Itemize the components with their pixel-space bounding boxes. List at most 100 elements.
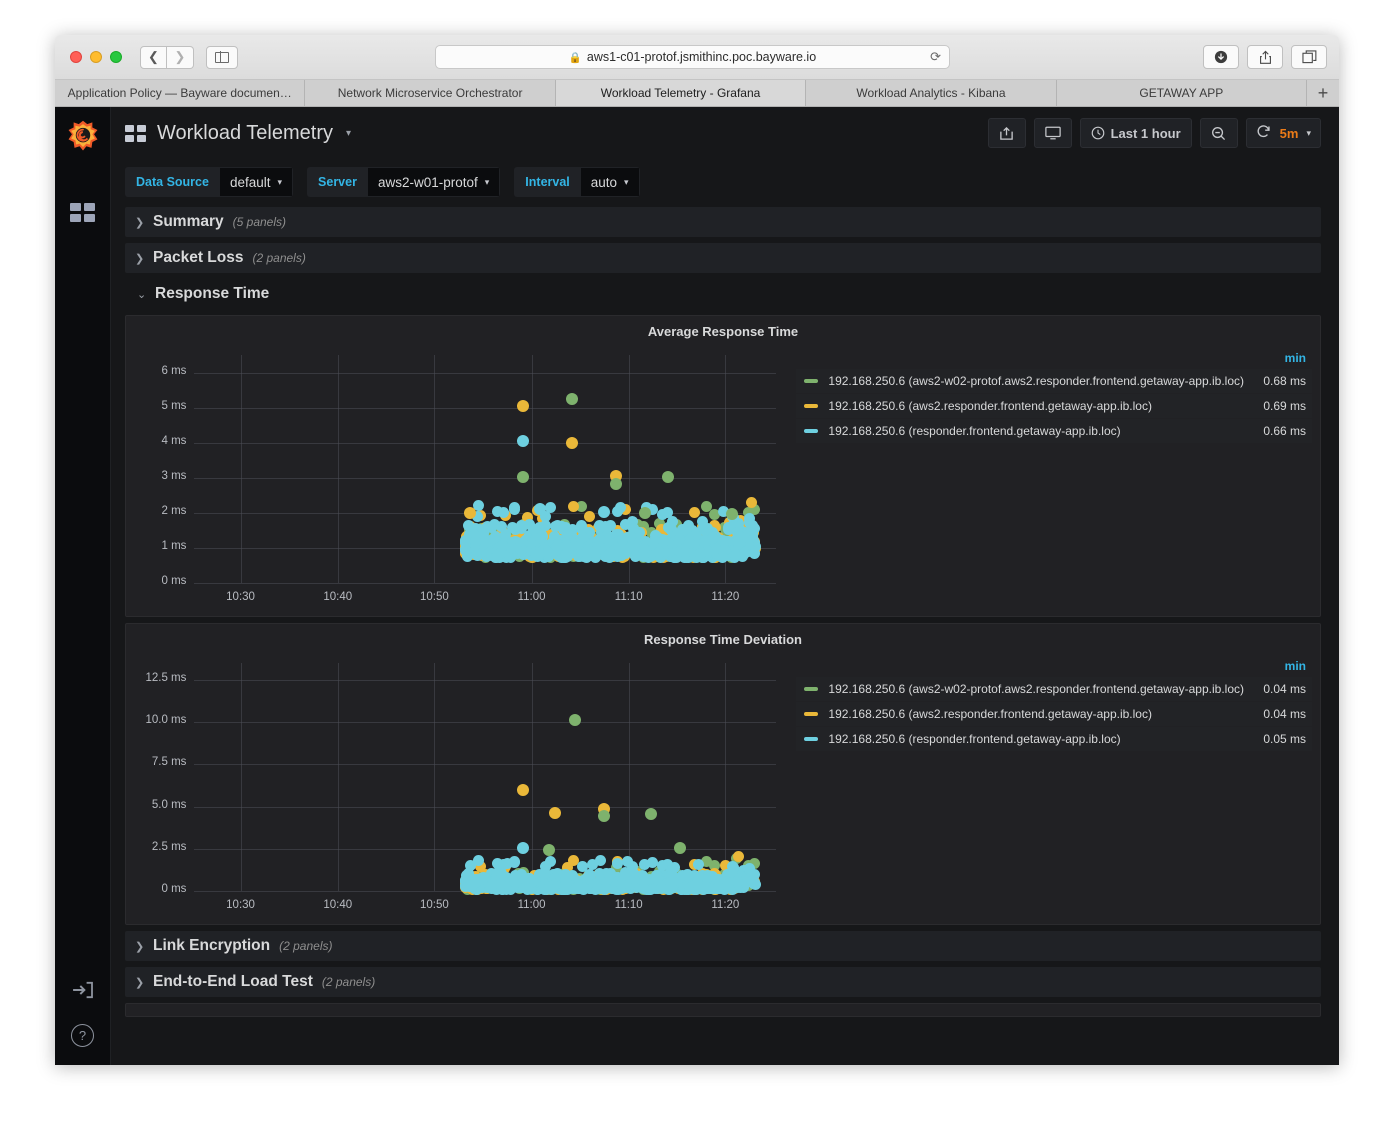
row-panel-count: (2 panels) bbox=[321, 975, 376, 989]
chart-plot-area[interactable]: 0 ms 1 ms 2 ms 3 ms 4 ms 5 ms 6 ms 10:30 10:40 10… bbox=[126, 343, 784, 613]
panel-partial-next bbox=[125, 1003, 1321, 1017]
variable-label: Server bbox=[307, 167, 368, 197]
data-point bbox=[745, 497, 757, 509]
sign-in-button[interactable] bbox=[72, 981, 94, 1004]
data-point-outlier bbox=[644, 808, 657, 821]
row-header-end-to-end-load-test[interactable]: ❯ End-to-End Load Test (2 panels) bbox=[125, 967, 1321, 997]
data-point bbox=[469, 877, 481, 889]
minimize-window-button[interactable] bbox=[90, 51, 102, 63]
refresh-picker[interactable]: 5m ▾ bbox=[1245, 118, 1321, 148]
legend-item[interactable]: 192.168.250.6 (aws2.responder.frontend.g… bbox=[796, 702, 1312, 726]
time-range-picker[interactable]: Last 1 hour bbox=[1079, 118, 1192, 148]
x-axis-tick-label: 11:00 bbox=[517, 899, 546, 911]
dashboard-grid-icon bbox=[125, 124, 146, 142]
data-point bbox=[679, 547, 691, 559]
x-gridline bbox=[725, 663, 727, 891]
data-point bbox=[727, 861, 739, 873]
header-actions: Last 1 hour 5m ▾ bbox=[987, 118, 1321, 148]
legend-item[interactable]: 192.168.250.6 (aws2.responder.frontend.g… bbox=[796, 394, 1312, 418]
dashboards-icon bbox=[70, 203, 95, 222]
grafana-app: ? Workload Telemetry ▾ Last 1 hour 5m ▾ … bbox=[55, 107, 1339, 1065]
chart-legend: min 192.168.250.6 (aws2-w02-protof.aws2.… bbox=[784, 651, 1320, 921]
dashboard-title-group[interactable]: Workload Telemetry ▾ bbox=[125, 122, 351, 145]
y-gridline bbox=[194, 806, 776, 808]
forward-button[interactable]: ❯ bbox=[167, 45, 194, 69]
legend-item[interactable]: 192.168.250.6 (responder.frontend.getawa… bbox=[796, 727, 1312, 751]
variable-data-source: Data Source default ▾ bbox=[125, 167, 294, 197]
row-title: End-to-End Load Test bbox=[153, 973, 313, 990]
back-button[interactable]: ❮ bbox=[140, 45, 167, 69]
variable-value-dropdown[interactable]: auto ▾ bbox=[580, 167, 640, 197]
sidebar-item-dashboards[interactable] bbox=[70, 203, 95, 222]
y-gridline bbox=[194, 848, 776, 850]
chevron-down-icon: ▾ bbox=[484, 176, 490, 187]
y-axis-tick-label: 4 ms bbox=[161, 434, 187, 447]
browser-tab-0[interactable]: Application Policy — Bayware documen… bbox=[55, 80, 306, 106]
tv-mode-button[interactable] bbox=[1033, 118, 1072, 148]
chevron-down-icon[interactable]: ▾ bbox=[1306, 128, 1320, 139]
browser-tab-3[interactable]: Workload Analytics - Kibana bbox=[806, 80, 1057, 106]
y-axis-tick-label: 3 ms bbox=[161, 469, 187, 482]
legend-item[interactable]: 192.168.250.6 (responder.frontend.getawa… bbox=[796, 419, 1312, 443]
legend-series-min: 0.04 ms bbox=[1263, 682, 1306, 696]
data-point-outlier bbox=[566, 436, 579, 449]
sidebar-toggle-button[interactable] bbox=[206, 45, 238, 69]
close-window-button[interactable] bbox=[70, 51, 82, 63]
data-point bbox=[637, 542, 649, 554]
data-point bbox=[559, 868, 571, 880]
legend-color-swatch bbox=[804, 687, 819, 691]
data-point-outlier bbox=[543, 843, 556, 856]
chevron-down-icon[interactable]: ▾ bbox=[346, 128, 351, 139]
download-button[interactable] bbox=[1203, 45, 1239, 69]
legend-series-name: 192.168.250.6 (aws2.responder.frontend.g… bbox=[828, 399, 1152, 413]
chevron-right-icon: ❯ bbox=[135, 252, 145, 265]
maximize-window-button[interactable] bbox=[110, 51, 122, 63]
help-button[interactable]: ? bbox=[71, 1024, 94, 1047]
browser-tab-4[interactable]: GETAWAY APP bbox=[1057, 80, 1308, 106]
y-axis-tick-label: 10.0 ms bbox=[145, 714, 187, 727]
legend-series-min: 0.66 ms bbox=[1263, 424, 1306, 438]
y-gridline bbox=[194, 477, 776, 479]
grafana-logo-icon[interactable] bbox=[64, 117, 102, 155]
row-header-summary[interactable]: ❯ Summary (5 panels) bbox=[125, 207, 1321, 237]
browser-tab-2[interactable]: Workload Telemetry - Grafana bbox=[555, 80, 807, 106]
chart-legend: min 192.168.250.6 (aws2-w02-protof.aws2.… bbox=[784, 343, 1320, 613]
navigation-buttons: ❮ ❯ bbox=[140, 45, 194, 69]
data-point bbox=[653, 547, 665, 559]
legend-item[interactable]: 192.168.250.6 (aws2-w02-protof.aws2.resp… bbox=[796, 677, 1312, 701]
variable-value-dropdown[interactable]: aws2-w01-protof ▾ bbox=[367, 167, 501, 197]
tab-strip: Application Policy — Bayware documen… Ne… bbox=[55, 80, 1339, 107]
share-dashboard-button[interactable] bbox=[987, 118, 1026, 148]
variable-value-dropdown[interactable]: default ▾ bbox=[219, 167, 294, 197]
data-point-outlier bbox=[516, 434, 529, 447]
browser-titlebar: ❮ ❯ 🔒 aws1-c01-protof.jsmithinc.poc.bayw… bbox=[55, 35, 1339, 80]
zoom-out-button[interactable] bbox=[1199, 118, 1238, 148]
browser-tab-1[interactable]: Network Microservice Orchestrator bbox=[305, 80, 556, 106]
sign-in-icon bbox=[72, 981, 93, 999]
grafana-main: Workload Telemetry ▾ Last 1 hour 5m ▾ Da… bbox=[111, 107, 1339, 1065]
row-header-response-time[interactable]: ⌄ Response Time bbox=[125, 279, 1321, 309]
show-tabs-button[interactable] bbox=[1291, 45, 1327, 69]
refresh-interval-label: 5m bbox=[1279, 125, 1299, 141]
data-point bbox=[583, 510, 595, 522]
reload-icon[interactable]: ⟳ bbox=[930, 49, 941, 65]
data-point-outlier bbox=[516, 399, 529, 412]
share-button[interactable] bbox=[1247, 45, 1283, 69]
y-axis-tick-label: 5.0 ms bbox=[151, 798, 187, 811]
legend-item[interactable]: 192.168.250.6 (aws2-w02-protof.aws2.resp… bbox=[796, 369, 1312, 393]
legend-color-swatch bbox=[804, 404, 819, 408]
lock-icon: 🔒 bbox=[568, 51, 582, 64]
x-axis-tick-label: 11:10 bbox=[614, 591, 643, 603]
row-header-link-encryption[interactable]: ❯ Link Encryption (2 panels) bbox=[125, 931, 1321, 961]
data-point bbox=[520, 881, 532, 893]
address-bar[interactable]: 🔒 aws1-c01-protof.jsmithinc.poc.bayware.… bbox=[435, 45, 950, 69]
legend-series-name: 192.168.250.6 (aws2.responder.frontend.g… bbox=[828, 707, 1152, 721]
chart-plot-area[interactable]: 0 ms 2.5 ms 5.0 ms 7.5 ms 10.0 ms 12.5 ms 10:3… bbox=[126, 651, 784, 921]
x-gridline bbox=[337, 355, 339, 583]
new-tab-button[interactable]: + bbox=[1307, 80, 1339, 106]
legend-series-name: 192.168.250.6 (aws2-w02-protof.aws2.resp… bbox=[828, 374, 1244, 388]
share-icon bbox=[1259, 50, 1271, 64]
row-header-packet-loss[interactable]: ❯ Packet Loss (2 panels) bbox=[125, 243, 1321, 273]
data-point bbox=[544, 502, 556, 514]
refresh-icon[interactable] bbox=[1247, 124, 1280, 142]
